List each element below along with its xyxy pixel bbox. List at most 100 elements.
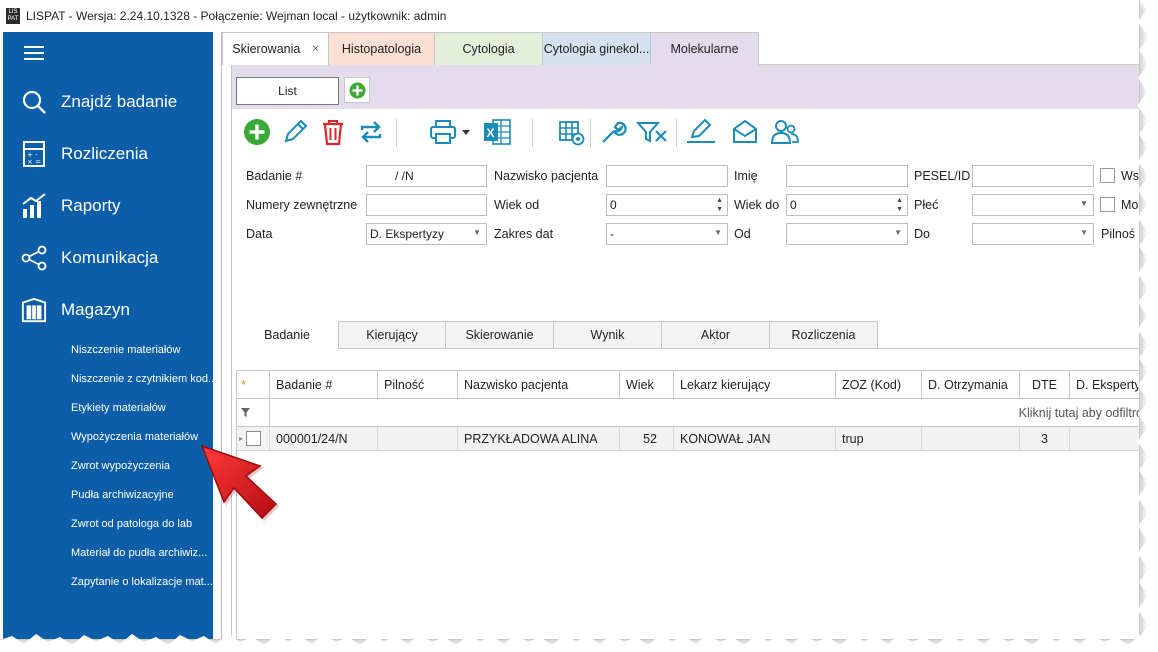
sub-item-zwrot-wypozyczenia[interactable]: Zwrot wypożyczenia	[71, 460, 170, 472]
grid-settings-button[interactable]	[556, 117, 586, 147]
nav-item-znajdz-badanie[interactable]: Znajdź badanie	[3, 82, 213, 122]
cell-d-otrzymania[interactable]	[922, 427, 1020, 450]
nav-item-raporty[interactable]: Raporty	[3, 186, 213, 226]
tab-label: Cytologia ginekol...	[543, 42, 650, 56]
badanie-input[interactable]: / /N	[366, 165, 487, 187]
nav-item-komunikacja[interactable]: Komunikacja	[3, 238, 213, 278]
clear-filter-button[interactable]	[636, 117, 670, 147]
nav-label: Znajdź badanie	[61, 92, 178, 111]
checkbox-ws[interactable]	[1100, 168, 1115, 183]
cell-zoz[interactable]: trup	[836, 427, 922, 450]
col-header-d-otrzymania[interactable]: D. Otrzymania	[922, 371, 1020, 399]
table-row[interactable]: ▸ 000001/24/N PRZYKŁADOWA ALINA 52 KONOW…	[237, 427, 1139, 451]
wiek-do-stepper[interactable]: 0 ▲ ▼	[786, 194, 908, 216]
grid-filter-row[interactable]: Kliknij tutaj aby odfiltro	[237, 399, 1139, 427]
col-header-lekarz[interactable]: Lekarz kierujący	[674, 371, 836, 399]
do-date-input[interactable]: ▼	[972, 223, 1094, 245]
share-icon	[21, 245, 47, 271]
chevron-down-icon: ▼	[1080, 228, 1088, 237]
chevron-down-icon: ▼	[473, 228, 481, 237]
cell-pilnosc[interactable]	[378, 427, 458, 450]
tab-rozliczenia[interactable]: Rozliczenia	[769, 321, 878, 349]
numery-input[interactable]	[366, 194, 487, 216]
sub-item-etykiety[interactable]: Etykiety materiałów	[71, 402, 166, 414]
numery-label: Numery zewnętrzne	[246, 198, 358, 212]
tab-cytologia[interactable]: Cytologia	[434, 32, 543, 65]
col-header-badanie[interactable]: Badanie #	[270, 371, 378, 399]
sub-item-pudla[interactable]: Pudła archiwizacyjne	[71, 489, 174, 501]
spinner-icon[interactable]: ▲ ▼	[716, 196, 723, 214]
do-label: Do	[914, 227, 930, 241]
mail-button[interactable]	[730, 117, 760, 147]
edit-button[interactable]	[280, 117, 310, 147]
badanie-label: Badanie #	[246, 169, 303, 183]
col-header-dte[interactable]: DTE	[1020, 371, 1070, 399]
sub-item-niszczenie-czytnik[interactable]: Niszczenie z czytnikiem kod...	[71, 373, 217, 385]
printer-icon	[430, 120, 470, 144]
badanie-value: / /N	[395, 169, 414, 183]
delete-button[interactable]	[318, 117, 348, 147]
cell-badanie[interactable]: 000001/24/N	[270, 427, 378, 450]
col-header-pilnosc[interactable]: Pilność	[378, 371, 458, 399]
chevron-down-icon: ▼	[894, 228, 902, 237]
app-window: LIS PAT LISPAT - Wersja: 2.24.10.1328 - …	[0, 0, 1140, 640]
pesel-input[interactable]	[972, 165, 1094, 187]
tab-wynik[interactable]: Wynik	[553, 321, 662, 349]
data-label: Data	[246, 227, 273, 241]
pencil-icon	[284, 119, 308, 143]
sub-item-zwrot-od-patologa[interactable]: Zwrot od patologa do lab	[71, 518, 192, 530]
tab-cytologia-ginekologiczna[interactable]: Cytologia ginekol...	[542, 32, 651, 65]
close-icon[interactable]: ×	[312, 43, 318, 55]
sub-item-niszczenie[interactable]: Niszczenie materiałów	[71, 344, 180, 356]
cell-wiek[interactable]: 52	[620, 427, 674, 450]
tab-skierowanie[interactable]: Skierowanie	[445, 321, 554, 349]
col-header-nazwisko[interactable]: Nazwisko pacjenta	[458, 371, 620, 399]
cell-nazwisko[interactable]: PRZYKŁADOWA ALINA	[458, 427, 620, 450]
zakres-select[interactable]: - ▼	[606, 223, 728, 245]
plus-circle-icon	[244, 119, 270, 145]
col-header-wiek[interactable]: Wiek	[620, 371, 674, 399]
export-excel-button[interactable]: X	[482, 117, 512, 147]
hamburger-menu-icon[interactable]	[24, 46, 44, 60]
imie-input[interactable]	[786, 165, 908, 187]
spinner-icon[interactable]: ▲ ▼	[896, 196, 903, 214]
cell-lekarz[interactable]: KONOWAŁ JAN	[674, 427, 836, 450]
results-grid: * Badanie # Pilność Nazwisko pacjenta Wi…	[236, 370, 1139, 639]
annotation-arrow-icon	[200, 444, 280, 522]
sidebar: Znajdź badanie + - × = Rozliczenia Raport…	[3, 32, 217, 639]
sub-item-zapytanie[interactable]: Zapytanie o lokalizacje mat...	[71, 576, 213, 588]
nav-item-rozliczenia[interactable]: + - × = Rozliczenia	[3, 134, 213, 174]
tab-skierowania[interactable]: Skierowania ×	[222, 32, 329, 65]
tab-aktor[interactable]: Aktor	[661, 321, 770, 349]
nav-label: Magazyn	[61, 300, 130, 319]
tools-button[interactable]	[598, 117, 628, 147]
refresh-button[interactable]	[356, 117, 386, 147]
wiek-do-value: 0	[790, 198, 797, 212]
sub-item-wypozyczenia[interactable]: Wypożyczenia materiałów	[71, 431, 198, 443]
checkbox-mo[interactable]	[1100, 197, 1115, 212]
tab-molekularne[interactable]: Molekularne	[650, 32, 759, 65]
cell-dte[interactable]: 3	[1020, 427, 1070, 450]
grid-header: * Badanie # Pilność Nazwisko pacjenta Wi…	[237, 371, 1139, 399]
add-button[interactable]	[242, 117, 272, 147]
tab-list[interactable]: List	[236, 77, 339, 105]
wrench-icon	[602, 121, 627, 143]
col-header-zoz[interactable]: ZOZ (Kod)	[836, 371, 922, 399]
users-button[interactable]	[770, 117, 800, 147]
nazwisko-input[interactable]	[606, 165, 728, 187]
tab-histopatologia[interactable]: Histopatologia	[328, 32, 435, 65]
add-tab-button[interactable]	[344, 77, 370, 103]
data-select[interactable]: D. Ekspertyzy ▼	[366, 223, 487, 245]
od-date-input[interactable]: ▼	[786, 223, 908, 245]
nav-item-magazyn[interactable]: Magazyn	[3, 290, 213, 330]
print-button[interactable]	[428, 117, 472, 147]
document-tabs: Skierowania × Histopatologia Cytologia C…	[222, 32, 1139, 65]
sub-item-material-do-pudla[interactable]: Materiał do pudła archiwiz...	[71, 547, 207, 559]
imie-label: Imię	[734, 169, 758, 183]
sign-button[interactable]	[684, 117, 718, 147]
tab-kierujacy[interactable]: Kierujący	[338, 321, 446, 349]
table-gear-icon	[559, 121, 585, 146]
tab-badanie[interactable]: Badanie	[236, 321, 338, 349]
plec-select[interactable]: ▼	[972, 194, 1094, 216]
wiek-od-stepper[interactable]: 0 ▲ ▼	[606, 194, 728, 216]
